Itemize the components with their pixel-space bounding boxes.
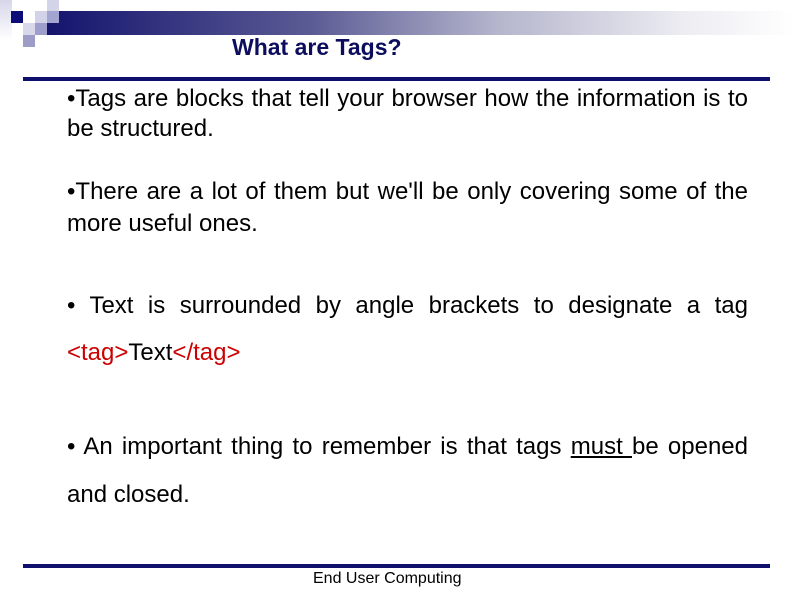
decorative-square [35, 11, 47, 23]
footer-text: End User Computing [313, 570, 462, 587]
bullet-text: Text is surrounded by angle brackets to … [75, 292, 748, 319]
decorative-square [23, 35, 35, 47]
decorative-square [35, 23, 47, 35]
header-gradient-bar [47, 11, 794, 35]
decorative-square [47, 11, 59, 23]
bullet-item: •There are a lot of them but we'll be on… [67, 176, 748, 240]
bullet-item: • An important thing to remember is that… [67, 423, 748, 519]
decorative-square [23, 23, 35, 35]
code-open-tag: <tag> [67, 339, 129, 366]
bullet-item: • Text is surrounded by angle brackets t… [67, 282, 748, 376]
code-inner-text: Text [128, 339, 173, 366]
bullet-text: Tags are blocks that tell your browser h… [67, 85, 748, 142]
bullet-text: There are a lot of them but we'll be onl… [67, 178, 748, 237]
slide-title: What are Tags? [232, 34, 402, 60]
bullet-text: An important thing to remember is that t… [75, 433, 571, 460]
bullet-item: •Tags are blocks that tell your browser … [67, 84, 748, 144]
code-close-tag: </tag> [172, 339, 241, 366]
decorative-square [11, 11, 23, 23]
emphasis-text: must [570, 433, 632, 460]
footer-divider [23, 564, 770, 568]
title-divider [23, 77, 770, 81]
